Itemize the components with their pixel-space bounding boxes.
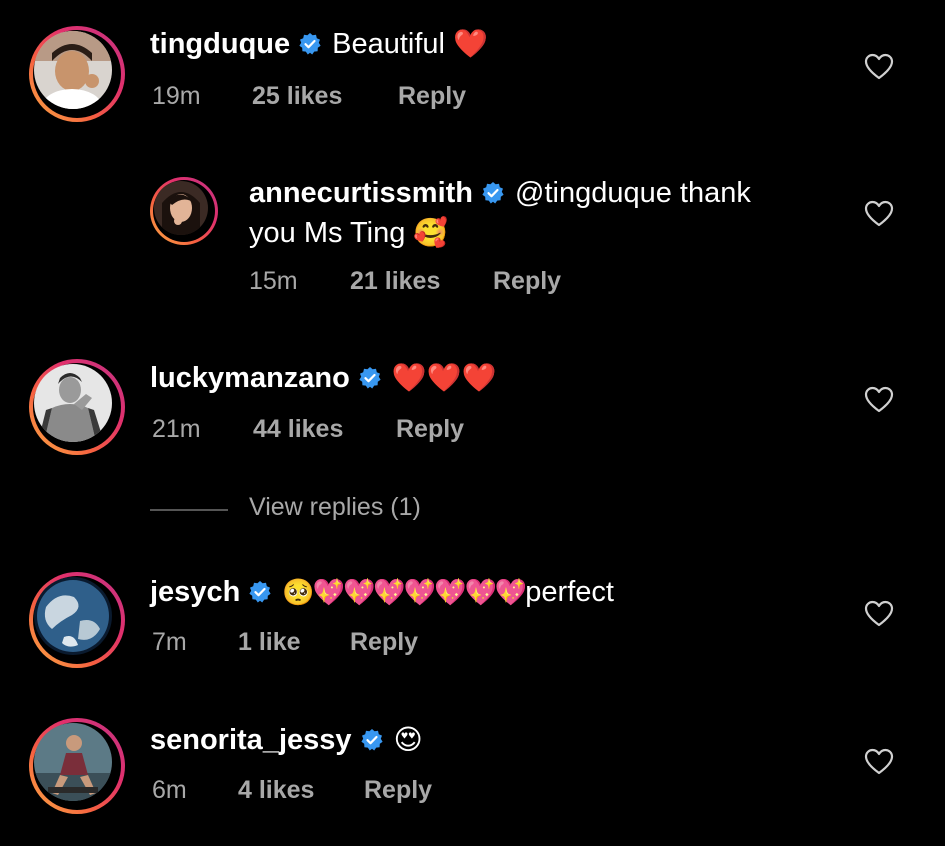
comment-meta: 7m 1 like Reply [152, 628, 418, 657]
comment-username[interactable]: senorita_jessy [150, 724, 352, 756]
avatar[interactable] [29, 359, 125, 455]
comment-time: 19m [152, 82, 201, 110]
comment-time: 7m [152, 628, 187, 656]
comments-screen: tingduque Beautiful ❤️ 19m 25 likes Reply a… [0, 0, 945, 846]
comment-text: @tingduque thank [515, 177, 751, 209]
comment-text: perfect [525, 576, 614, 608]
avatar-image [34, 723, 112, 801]
comment-text: Beautiful [332, 28, 445, 60]
comment-meta: 6m 4 likes Reply [152, 776, 432, 805]
avatar-image [34, 31, 112, 109]
heart-outline-icon[interactable] [864, 200, 894, 228]
comment-emoji: ❤️ [453, 27, 488, 60]
avatar[interactable] [29, 26, 125, 122]
likes-count[interactable]: 44 likes [253, 415, 396, 444]
likes-count[interactable]: 25 likes [252, 82, 398, 111]
comment-username[interactable]: annecurtissmith [249, 177, 473, 209]
view-replies-label[interactable]: View replies (1) [249, 493, 421, 522]
verified-badge-icon [482, 182, 504, 204]
verified-badge-icon [360, 729, 383, 751]
avatar-image [154, 181, 208, 235]
heart-outline-icon[interactable] [864, 748, 894, 776]
avatar-image [34, 364, 112, 442]
likes-count[interactable]: 4 likes [238, 776, 364, 805]
heart-outline-icon[interactable] [864, 600, 894, 628]
verified-badge-icon [359, 367, 381, 389]
reply-button[interactable]: Reply [350, 628, 418, 657]
comment-meta: 15m 21 likes Reply [249, 267, 561, 296]
likes-count[interactable]: 21 likes [350, 267, 493, 296]
comment-time: 21m [152, 415, 201, 443]
comment-username[interactable]: tingduque [150, 28, 290, 60]
likes-count[interactable]: 1 like [238, 628, 350, 657]
comment-text-continued: you Ms Ting [249, 217, 406, 249]
reply-button[interactable]: Reply [396, 415, 464, 444]
comment-emoji: 😍 [393, 723, 423, 756]
comment-emoji: 🥺💖💖💖💖💖💖💖 [282, 578, 527, 608]
comment-username[interactable]: luckymanzano [150, 362, 350, 394]
reply-button[interactable]: Reply [493, 267, 561, 296]
verified-badge-icon [299, 33, 321, 55]
heart-outline-icon[interactable] [864, 386, 894, 414]
avatar[interactable] [29, 718, 125, 814]
heart-outline-icon[interactable] [864, 53, 894, 81]
avatar[interactable] [29, 572, 125, 668]
comment-emoji: 🥰 [413, 216, 449, 249]
view-replies-divider [150, 509, 228, 511]
comment-time: 15m [249, 267, 298, 295]
comment-meta: 19m 25 likes Reply [152, 82, 466, 111]
comment-time: 6m [152, 776, 187, 804]
reply-button[interactable]: Reply [398, 82, 466, 111]
comment-emoji: ❤️❤️❤️ [391, 361, 497, 394]
avatar[interactable] [150, 177, 218, 245]
reply-button[interactable]: Reply [364, 776, 432, 805]
comment-username[interactable]: jesych [150, 576, 240, 608]
avatar-image [34, 577, 112, 655]
verified-badge-icon [249, 581, 271, 603]
comment-meta: 21m 44 likes Reply [152, 415, 464, 444]
